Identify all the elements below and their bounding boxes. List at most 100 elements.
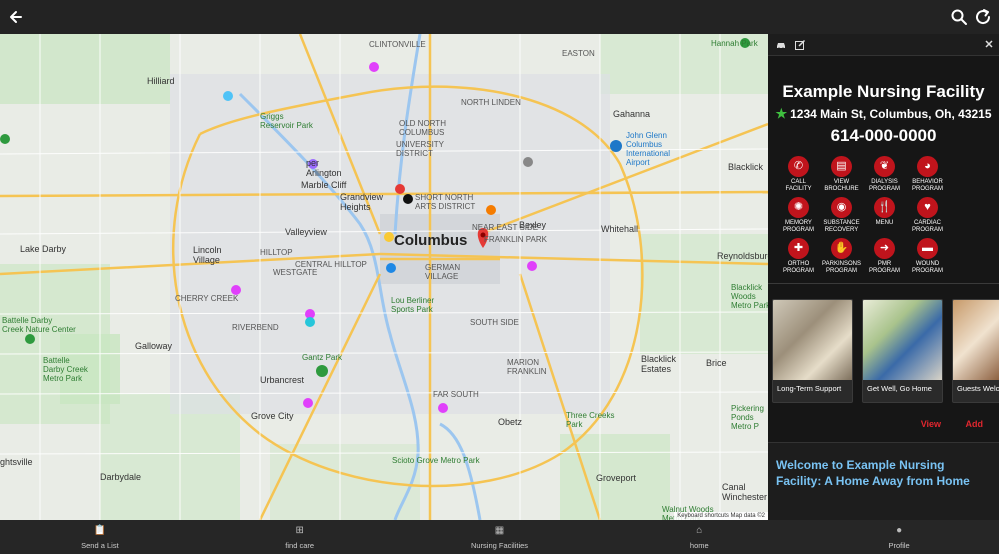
map-label: Brice xyxy=(706,358,727,368)
card-links: View Add xyxy=(768,414,999,432)
search-icon[interactable] xyxy=(949,7,969,27)
nav-item-home[interactable]: ⌂ home xyxy=(599,520,799,554)
yellow-marker xyxy=(384,232,394,242)
program-action-label: ORTHO PROGRAM xyxy=(782,261,814,274)
program-action-label: BEHAVIOR PROGRAM xyxy=(911,179,943,192)
memory-icon: ✺ xyxy=(788,197,809,218)
map-label: Lake Darby xyxy=(20,244,67,254)
map-label: Urbancrest xyxy=(260,375,305,385)
card-image xyxy=(953,300,999,380)
program-actions: ✆ CALL FACILITY ▤ VIEW BROCHURE ❦ DIALYSIS PR… xyxy=(777,156,999,275)
program-action-button[interactable]: ✚ ORTHO PROGRAM xyxy=(777,238,820,275)
map-label: SOUTH SIDE xyxy=(470,318,519,327)
map-label: Battelle Darby Creek Metro Park xyxy=(43,356,88,383)
divider xyxy=(768,283,999,284)
nav-item-send-a-list[interactable]: 📋 Send a List xyxy=(0,520,200,554)
close-icon[interactable] xyxy=(984,39,996,51)
map-label: NORTH LINDEN xyxy=(461,98,521,107)
map-label: GERMAN VILLAGE xyxy=(425,263,461,281)
view-link[interactable]: View xyxy=(921,419,941,429)
utensils-icon: 🍴 xyxy=(874,197,895,218)
map-label: UNIVERSITY DISTRICT xyxy=(396,140,445,158)
card-caption: Guests Welc xyxy=(957,384,999,393)
program-action-button[interactable]: ➜ PMR PROGRAM xyxy=(863,238,906,275)
hand-icon: ✋ xyxy=(831,238,852,259)
program-action-label: WOUND PROGRAM xyxy=(911,261,943,274)
nav-item-label: Nursing Facilities xyxy=(470,541,529,550)
nav-item-label: home xyxy=(689,541,709,550)
address-text: 1234 Main St, Columbus, Oh, 43215 xyxy=(790,107,992,121)
map-label: Obetz xyxy=(498,417,523,427)
map-label: Canal Winchester xyxy=(722,482,768,502)
program-action-button[interactable]: ✆ CALL FACILITY xyxy=(777,156,820,193)
nav-item-label: Profile xyxy=(888,541,910,550)
star-icon: ★ xyxy=(775,106,788,121)
program-action-button[interactable]: ▬ WOUND PROGRAM xyxy=(906,238,949,275)
map-label: John Glenn Columbus International Airpor… xyxy=(626,131,671,167)
bandage-icon: ▬ xyxy=(917,238,938,259)
car-icon[interactable] xyxy=(775,39,787,51)
nav-item-label: Send a List xyxy=(81,541,119,550)
map-label: Lou Berliner Sports Park xyxy=(391,296,435,314)
facility-name: Example Nursing Facility xyxy=(782,82,985,101)
nav-item-profile[interactable]: ● Profile xyxy=(799,520,999,554)
map-label: Hannah Park xyxy=(711,39,758,48)
gray-marker xyxy=(523,157,533,167)
map-attribution[interactable]: Keyboard shortcuts Map data ©2 xyxy=(674,512,768,520)
facility-address: ★ 1234 Main St, Columbus, Oh, 43215 xyxy=(768,106,999,122)
program-action-button[interactable]: ♥ CARDIAC PROGRAM xyxy=(906,197,949,234)
photo-card[interactable]: Get Well, Go Home xyxy=(862,299,943,403)
pink-marker xyxy=(369,62,379,72)
map-label: Groveport xyxy=(596,473,637,483)
back-arrow-icon[interactable] xyxy=(6,6,28,28)
map-canvas[interactable] xyxy=(0,34,768,520)
facility-panel: Example Nursing Facility ★ 1234 Main St, … xyxy=(768,34,999,520)
add-link[interactable]: Add xyxy=(966,419,984,429)
map-label: Gantz Park xyxy=(302,353,343,362)
program-action-button[interactable]: ◕ BEHAVIOR PROGRAM xyxy=(906,156,949,193)
map-label: Blacklick xyxy=(728,162,764,172)
teal-marker xyxy=(305,317,315,327)
panel-toolbar xyxy=(768,34,999,56)
map-label: Hilliard xyxy=(147,76,175,86)
airport-marker xyxy=(610,140,622,152)
clipboard-icon: 📋 xyxy=(93,525,107,536)
program-action-label: PARKINSONS PROGRAM xyxy=(822,261,861,274)
refresh-icon[interactable] xyxy=(973,7,993,27)
program-action-button[interactable]: ▤ VIEW BROCHURE xyxy=(820,156,863,193)
facility-phone[interactable]: 614-000-0000 xyxy=(768,126,999,146)
brochure-icon: ▤ xyxy=(831,156,852,177)
program-action-button[interactable]: ✋ PARKINSONS PROGRAM xyxy=(820,238,863,275)
program-action-button[interactable]: ◉ SUBSTANCE RECOVERY xyxy=(820,197,863,234)
program-action-button[interactable]: ❦ DIALYSIS PROGRAM xyxy=(863,156,906,193)
welcome-title: Welcome to Example Nursing Facility: A H… xyxy=(776,458,970,488)
map-label: Marble Cliff xyxy=(301,180,347,190)
photo-cards: Long-Term Support Get Well, Go Home Gues… xyxy=(772,299,999,403)
map-label: Whitehall xyxy=(601,224,639,234)
welcome-section: Welcome to Example Nursing Facility: A H… xyxy=(768,442,999,520)
program-action-label: PMR PROGRAM xyxy=(868,261,900,274)
map-label: Lincoln Village xyxy=(193,245,222,265)
card-image xyxy=(863,300,942,380)
photo-card[interactable]: Long-Term Support xyxy=(772,299,853,403)
program-action-label: VIEW BROCHURE xyxy=(824,179,859,192)
map-label: NEAR EAST SIDE xyxy=(472,223,539,232)
card-caption: Get Well, Go Home xyxy=(867,384,932,393)
heart-icon: ♥ xyxy=(917,197,938,218)
nav-item-nursing-facilities[interactable]: ▦ Nursing Facilities xyxy=(400,520,600,554)
park-marker xyxy=(0,134,10,144)
orange-marker xyxy=(486,205,496,215)
map-label: Valleyview xyxy=(285,227,327,237)
program-action-button[interactable]: ✺ MEMORY PROGRAM xyxy=(777,197,820,234)
facility-icon: ▦ xyxy=(494,525,505,536)
program-action-label: SUBSTANCE RECOVERY xyxy=(823,220,860,233)
photo-card[interactable]: Guests Welc xyxy=(952,299,999,403)
map-label: EASTON xyxy=(562,49,595,58)
nav-item-find-care[interactable]: ⊞ find care xyxy=(200,520,400,554)
edit-icon[interactable] xyxy=(794,39,806,51)
map-label: Gahanna xyxy=(613,109,651,119)
program-action-button[interactable]: 🍴 MENU xyxy=(863,197,906,234)
black-marker xyxy=(403,194,413,204)
red-marker xyxy=(395,184,405,194)
map-view[interactable]: Columbus Hilliard Lake Darby Galloway Ur… xyxy=(0,34,768,520)
